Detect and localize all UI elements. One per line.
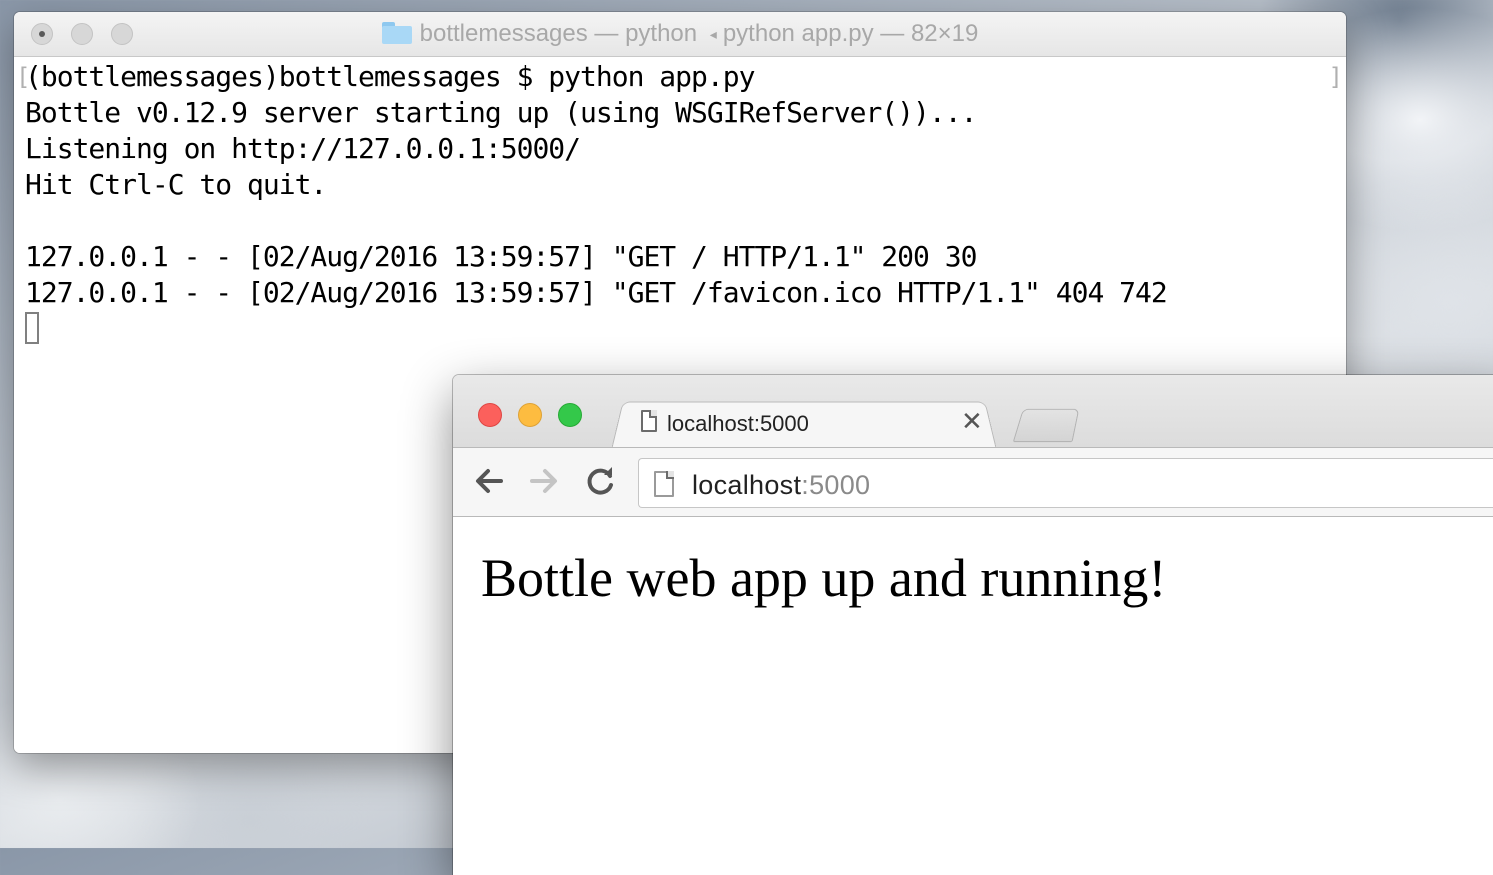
back-arrow-svg xyxy=(476,469,503,493)
browser-maximize-button[interactable] xyxy=(558,403,582,427)
reload-svg xyxy=(587,467,613,495)
browser-close-button[interactable] xyxy=(478,403,502,427)
page-content: Bottle web app up and running! xyxy=(453,517,1493,875)
forward-arrow-svg xyxy=(530,469,557,493)
terminal-line: Bottle v0.12.9 server starting up (using… xyxy=(25,96,977,129)
page-heading: Bottle web app up and running! xyxy=(481,548,1167,608)
title-separator: — python xyxy=(587,20,704,47)
url-host: localhost xyxy=(692,470,802,500)
address-bar[interactable]: localhost:5000 xyxy=(638,458,1493,508)
terminal-line: Hit Ctrl-C to quit. xyxy=(25,168,327,201)
title-process: python app.py — 82×19 xyxy=(722,20,979,47)
title-folder: bottlemessages xyxy=(419,20,588,47)
browser-window[interactable]: localhost:5000 ✕ localhost:5000 Bottle w… xyxy=(453,375,1493,875)
forward-arrow-icon[interactable] xyxy=(526,463,562,499)
tab-content[interactable]: localhost:5000 ✕ xyxy=(631,405,991,445)
terminal-line: (bottlemessages)bottlemessages $ python … xyxy=(25,60,755,93)
right-bracket-marker: ] xyxy=(1328,63,1343,91)
browser-toolbar: localhost:5000 xyxy=(453,447,1493,517)
terminal-title: bottlemessages — python ◂ python app.py —… xyxy=(14,12,1346,56)
reload-icon[interactable] xyxy=(583,463,619,499)
terminal-line: 127.0.0.1 - - [02/Aug/2016 13:59:57] "GE… xyxy=(25,240,977,273)
tab-strip[interactable]: localhost:5000 ✕ xyxy=(453,375,1493,450)
folder-icon xyxy=(381,22,412,44)
terminal-titlebar[interactable]: bottlemessages — python ◂ python app.py —… xyxy=(14,12,1346,57)
new-tab-button[interactable] xyxy=(1012,408,1080,443)
page-icon xyxy=(641,410,657,432)
terminal-line: Listening on http://127.0.0.1:5000/ xyxy=(25,132,581,165)
browser-minimize-button[interactable] xyxy=(518,403,542,427)
terminal-line: 127.0.0.1 - - [02/Aug/2016 13:59:57] "GE… xyxy=(25,276,1168,309)
url-port: :5000 xyxy=(801,470,871,500)
tab-title: localhost:5000 xyxy=(667,411,809,436)
page-info-icon[interactable] xyxy=(654,471,674,497)
back-arrow-icon[interactable] xyxy=(471,463,507,499)
address-text[interactable]: localhost:5000 xyxy=(692,470,870,501)
terminal-cursor xyxy=(25,312,39,344)
triangle-left-icon: ◂ xyxy=(709,26,717,42)
tab-close-icon[interactable]: ✕ xyxy=(961,406,983,437)
